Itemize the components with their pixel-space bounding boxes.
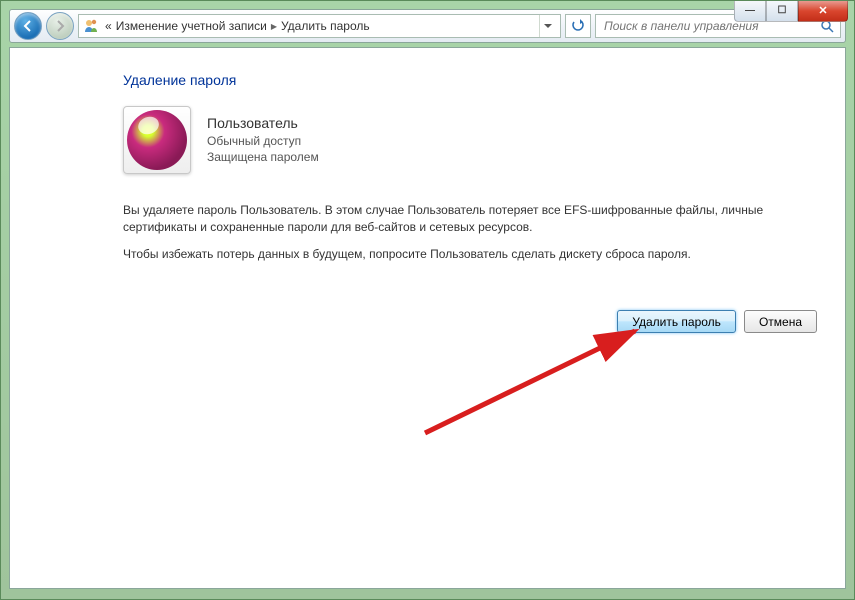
- address-bar[interactable]: « Изменение учетной записи ▶ Удалить пар…: [78, 14, 561, 38]
- arrow-right-icon: [54, 20, 66, 32]
- maximize-button[interactable]: ☐: [766, 1, 798, 22]
- content-area: Удаление пароля Пользователь Обычный дос…: [9, 47, 846, 589]
- refresh-icon: [571, 19, 585, 33]
- forward-button: [46, 12, 74, 40]
- user-block: Пользователь Обычный доступ Защищена пар…: [123, 106, 817, 174]
- advice-paragraph: Чтобы избежать потерь данных в будущем, …: [123, 246, 797, 263]
- user-password-status: Защищена паролем: [207, 149, 319, 165]
- control-panel-window: — ☐ ✕ « Изменение учетной записи ▶ Удали…: [0, 0, 855, 600]
- avatar: [123, 106, 191, 174]
- titlebar: — ☐ ✕: [1, 1, 854, 9]
- minimize-icon: —: [745, 6, 755, 16]
- user-accounts-icon: [83, 18, 99, 34]
- cancel-button[interactable]: Отмена: [744, 310, 817, 333]
- breadcrumb-prefix: «: [105, 19, 112, 33]
- chevron-right-icon: ▶: [271, 22, 277, 31]
- maximize-icon: ☐: [778, 6, 787, 16]
- annotation-arrow: [410, 323, 670, 443]
- page-title: Удаление пароля: [123, 72, 817, 88]
- refresh-button[interactable]: [565, 14, 591, 38]
- navigation-bar: « Изменение учетной записи ▶ Удалить пар…: [9, 9, 846, 43]
- warning-paragraph: Вы удаляете пароль Пользователь. В этом …: [123, 202, 797, 236]
- breadcrumb-item[interactable]: Изменение учетной записи: [116, 19, 267, 33]
- user-access-level: Обычный доступ: [207, 133, 319, 149]
- chevron-down-icon: [544, 24, 552, 29]
- user-info: Пользователь Обычный доступ Защищена пар…: [207, 114, 319, 165]
- description-text: Вы удаляете пароль Пользователь. В этом …: [123, 202, 797, 262]
- back-button[interactable]: [14, 12, 42, 40]
- close-icon: ✕: [818, 6, 827, 17]
- window-controls: — ☐ ✕: [734, 1, 848, 22]
- avatar-image: [127, 110, 187, 170]
- close-button[interactable]: ✕: [798, 1, 848, 22]
- remove-password-button[interactable]: Удалить пароль: [617, 310, 736, 333]
- action-buttons: Удалить пароль Отмена: [617, 310, 817, 333]
- address-dropdown[interactable]: [539, 15, 556, 37]
- user-name: Пользователь: [207, 114, 319, 133]
- breadcrumb-item[interactable]: Удалить пароль: [281, 19, 370, 33]
- arrow-left-icon: [22, 20, 34, 32]
- minimize-button[interactable]: —: [734, 1, 766, 22]
- breadcrumb: « Изменение учетной записи ▶ Удалить пар…: [105, 19, 370, 33]
